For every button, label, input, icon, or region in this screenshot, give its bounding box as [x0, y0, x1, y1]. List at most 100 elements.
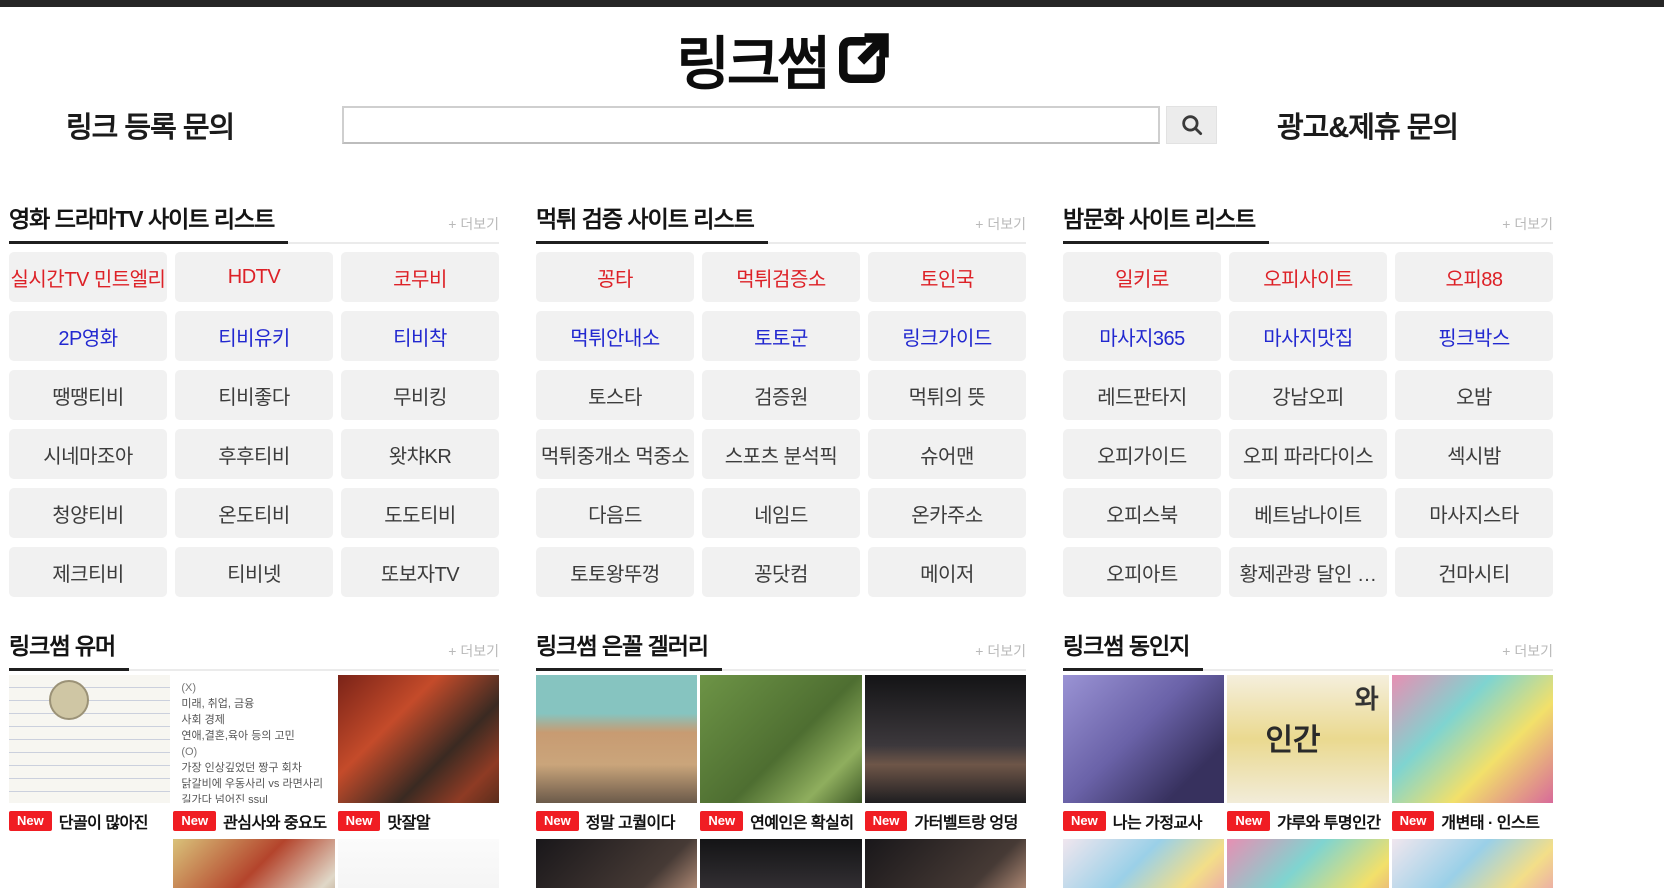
post-link[interactable]: New 가터벨트랑 엉덩 — [865, 810, 1026, 832]
site-link[interactable]: 꽁타 — [536, 252, 694, 302]
thumbnail[interactable] — [536, 675, 697, 803]
site-link[interactable]: 네임드 — [702, 488, 860, 538]
site-link[interactable]: 먹튀중개소 먹중소 — [536, 429, 694, 479]
post-link[interactable]: New 개변태 · 인스트 — [1392, 810, 1553, 832]
site-link[interactable]: 제크티비 — [9, 547, 167, 597]
site-link[interactable]: 먹튀의 뜻 — [868, 370, 1026, 420]
site-link[interactable]: 시네마조아 — [9, 429, 167, 479]
thumbnail[interactable] — [1392, 839, 1553, 888]
site-link[interactable]: 무비킹 — [341, 370, 499, 420]
site-link[interactable]: 온도티비 — [175, 488, 333, 538]
site-link[interactable]: 티비유키 — [175, 311, 333, 361]
site-link[interactable]: 섹시밤 — [1395, 429, 1553, 479]
post-link[interactable]: New 정말 고퀄이다 — [536, 810, 697, 832]
link-register-inquiry[interactable]: 링크 등록 문의 — [66, 104, 234, 146]
site-link[interactable]: 토스타 — [536, 370, 694, 420]
thumbnail[interactable]: 와 인간 — [1227, 675, 1388, 803]
section-title: 링크썸 은꼴 겔러리 — [536, 627, 722, 671]
logo[interactable]: 링크썸 — [0, 17, 1568, 101]
site-link[interactable]: 왓챠KR — [341, 429, 499, 479]
site-link[interactable]: 마사지스타 — [1395, 488, 1553, 538]
more-link[interactable]: + 더보기 — [975, 214, 1026, 242]
post-link[interactable]: New 관심사와 중요도 — [173, 810, 334, 832]
site-link[interactable]: 오피 파라다이스 — [1229, 429, 1387, 479]
site-link[interactable]: 링크가이드 — [868, 311, 1026, 361]
site-link[interactable]: 레드판타지 — [1063, 370, 1221, 420]
site-link[interactable]: 오밤 — [1395, 370, 1553, 420]
site-link[interactable]: 다음드 — [536, 488, 694, 538]
thumbnail[interactable] — [865, 839, 1026, 888]
site-link[interactable]: 먹튀안내소 — [536, 311, 694, 361]
thumbnail[interactable] — [536, 839, 697, 888]
thumbnail[interactable] — [173, 839, 334, 888]
thumbnail-row: (X) 미래, 취업, 금융 사회 경제 연애,결혼,육아 등의 고민 (O) … — [9, 675, 499, 803]
search-input[interactable] — [342, 106, 1160, 144]
site-link[interactable]: 또보자TV — [341, 547, 499, 597]
site-link[interactable]: 오피88 — [1395, 252, 1553, 302]
post-link[interactable]: New 나는 가정교사 — [1063, 810, 1224, 832]
site-link[interactable]: 일키로 — [1063, 252, 1221, 302]
site-link[interactable]: 오피아트 — [1063, 547, 1221, 597]
site-link[interactable]: 핑크박스 — [1395, 311, 1553, 361]
thumbnail[interactable] — [700, 839, 861, 888]
site-link[interactable]: 건마시티 — [1395, 547, 1553, 597]
post-link[interactable]: New 연예인은 확실히 — [700, 810, 861, 832]
site-link[interactable]: HDTV — [175, 252, 333, 302]
thumbnail[interactable] — [1392, 675, 1553, 803]
site-link[interactable]: 2P영화 — [9, 311, 167, 361]
site-link[interactable]: 코무비 — [341, 252, 499, 302]
site-link[interactable]: 오피가이드 — [1063, 429, 1221, 479]
thumbnail[interactable] — [338, 839, 499, 888]
site-link[interactable]: 검증원 — [702, 370, 860, 420]
thumbnail[interactable] — [865, 675, 1026, 803]
site-link[interactable]: 베트남나이트 — [1229, 488, 1387, 538]
more-link[interactable]: + 더보기 — [448, 641, 499, 669]
caption-row: New 나는 가정교사 New 갸루와 투명인간 New 개변태 · 인스트 — [1063, 810, 1553, 832]
site-link[interactable]: 마사지365 — [1063, 311, 1221, 361]
site-link[interactable]: 마사지맛집 — [1229, 311, 1387, 361]
site-link[interactable]: 토토왕뚜껑 — [536, 547, 694, 597]
more-link[interactable]: + 더보기 — [1502, 214, 1553, 242]
thumbnail[interactable] — [1063, 839, 1224, 888]
site-link[interactable]: 토토군 — [702, 311, 860, 361]
search-button[interactable] — [1166, 106, 1217, 144]
site-link[interactable]: 오피스북 — [1063, 488, 1221, 538]
new-badge: New — [173, 811, 216, 831]
site-link[interactable]: 강남오피 — [1229, 370, 1387, 420]
external-link-icon — [832, 30, 892, 90]
thumbnail[interactable] — [9, 675, 170, 803]
section-title: 밤문화 사이트 리스트 — [1063, 200, 1269, 244]
site-link[interactable]: 티비착 — [341, 311, 499, 361]
thumbnail[interactable] — [1063, 675, 1224, 803]
site-link[interactable]: 메이저 — [868, 547, 1026, 597]
site-link[interactable]: 땡땡티비 — [9, 370, 167, 420]
section-verification: 먹튀 검증 사이트 리스트 + 더보기 꽁타 먹튀검증소 토인국 먹튀안내소 토… — [536, 200, 1026, 597]
thumbnail[interactable] — [1227, 839, 1388, 888]
post-link[interactable]: New 단골이 많아진 — [9, 810, 170, 832]
more-link[interactable]: + 더보기 — [448, 214, 499, 242]
thumbnail[interactable] — [338, 675, 499, 803]
more-link[interactable]: + 더보기 — [1502, 641, 1553, 669]
site-link[interactable]: 꽁닷컴 — [702, 547, 860, 597]
site-link[interactable]: 티비좋다 — [175, 370, 333, 420]
site-link[interactable]: 먹튀검증소 — [702, 252, 860, 302]
thumbnail[interactable] — [700, 675, 861, 803]
site-link[interactable]: 토인국 — [868, 252, 1026, 302]
site-link[interactable]: 슈어맨 — [868, 429, 1026, 479]
site-link[interactable]: 온카주소 — [868, 488, 1026, 538]
site-link[interactable]: 실시간TV 민트엘리 — [9, 252, 167, 302]
link-ad-partnership-inquiry[interactable]: 광고&제휴 문의 — [1277, 104, 1458, 146]
post-link[interactable]: New 갸루와 투명인간 — [1227, 810, 1388, 832]
post-link[interactable]: New 맛잘알 — [338, 810, 499, 832]
thumbnail[interactable] — [9, 839, 170, 888]
thumbnail[interactable]: (X) 미래, 취업, 금융 사회 경제 연애,결혼,육아 등의 고민 (O) … — [173, 675, 334, 803]
site-link[interactable]: 스포츠 분석픽 — [702, 429, 860, 479]
site-link[interactable]: 후후티비 — [175, 429, 333, 479]
more-link[interactable]: + 더보기 — [975, 641, 1026, 669]
site-link[interactable]: 티비넷 — [175, 547, 333, 597]
site-link[interactable]: 오피사이트 — [1229, 252, 1387, 302]
site-link[interactable]: 청양티비 — [9, 488, 167, 538]
site-link[interactable]: 황제관광 달인 … — [1229, 547, 1387, 597]
site-link[interactable]: 도도티비 — [341, 488, 499, 538]
post-title: 가터벨트랑 엉덩 — [914, 810, 1018, 832]
